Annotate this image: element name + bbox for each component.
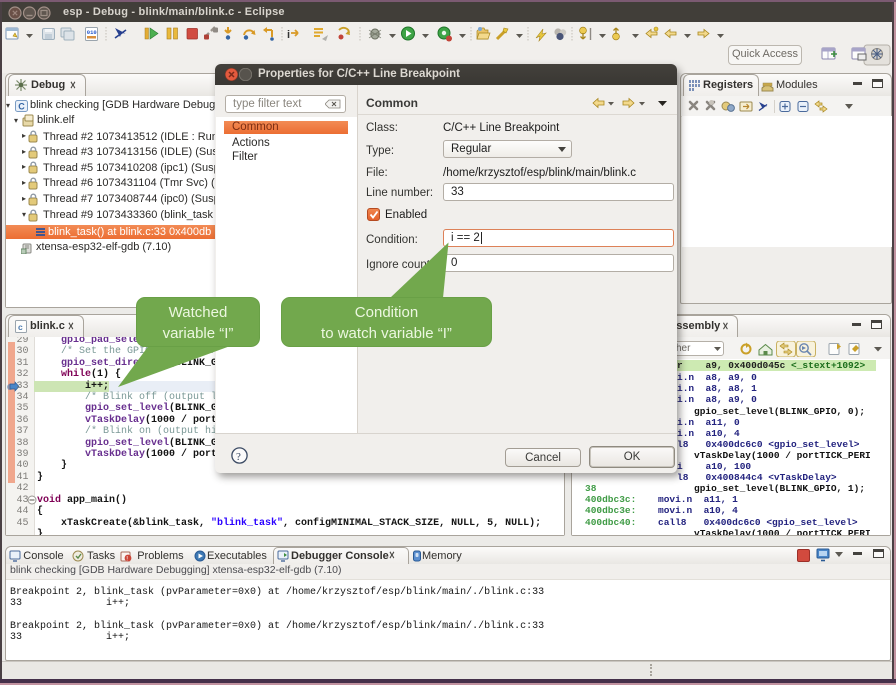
svg-text:?: ? xyxy=(236,451,241,463)
svg-text:i: i xyxy=(287,29,290,41)
svg-text:c: c xyxy=(18,322,23,332)
svg-text:C: C xyxy=(18,102,25,112)
svg-text:010: 010 xyxy=(87,29,97,36)
svg-text:!: ! xyxy=(127,556,129,562)
